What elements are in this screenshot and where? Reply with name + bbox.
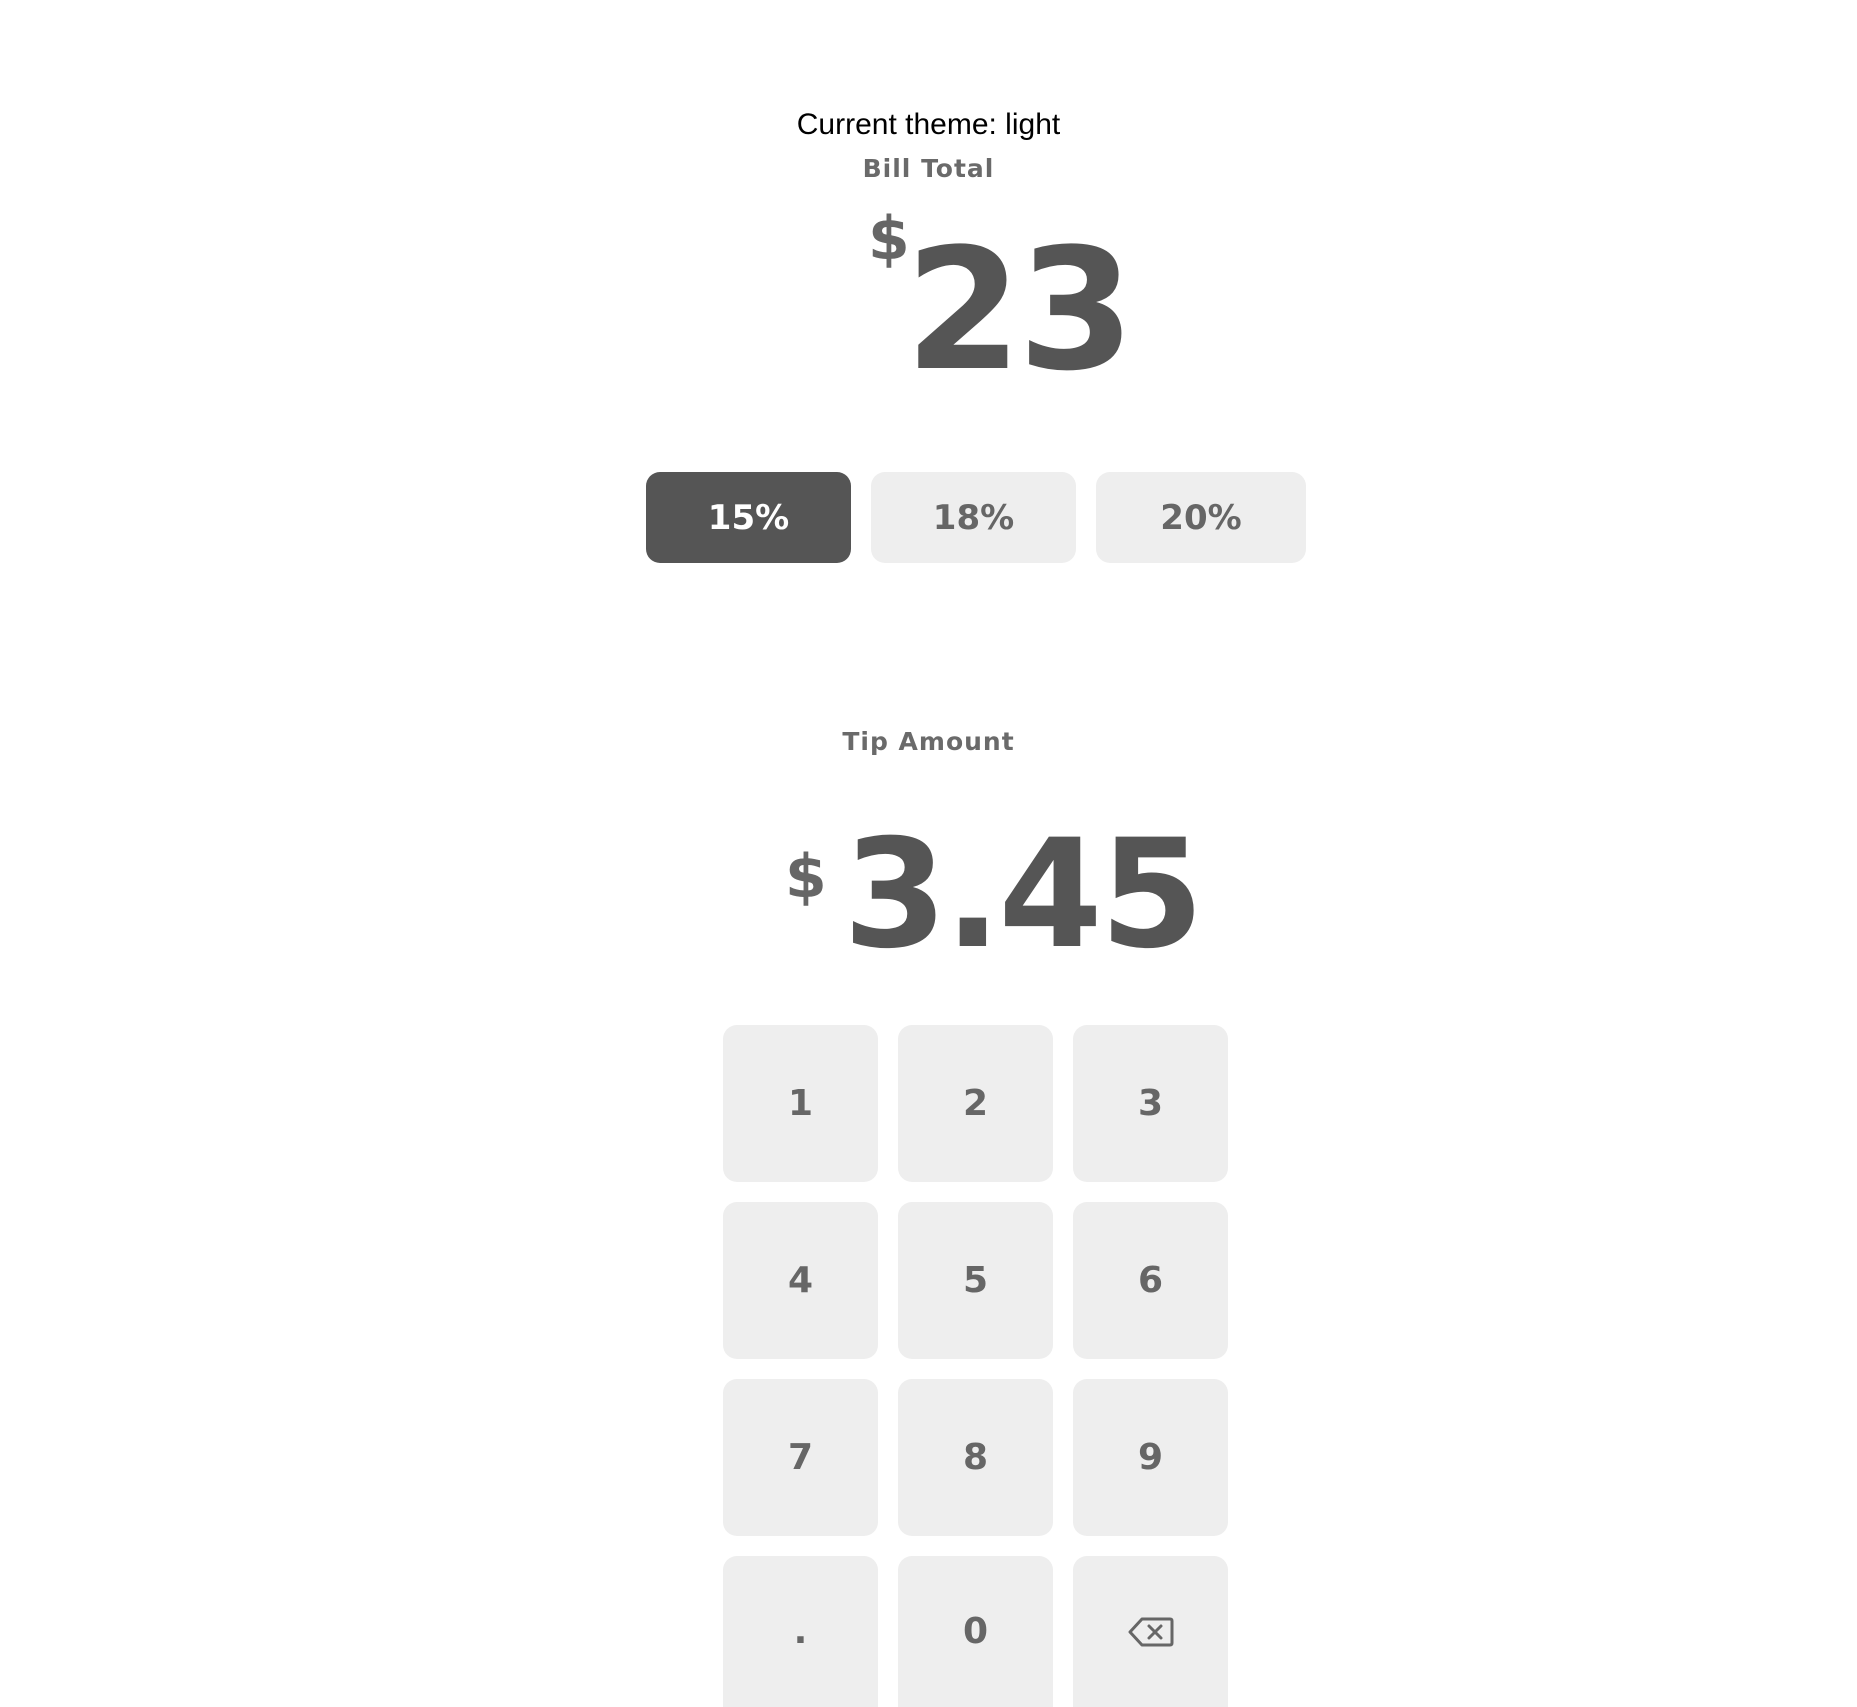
key-6[interactable]: 6 — [1073, 1202, 1228, 1359]
key-4[interactable]: 4 — [723, 1202, 878, 1359]
backspace-button[interactable] — [1073, 1556, 1228, 1707]
tip-15-button[interactable]: 15% — [646, 472, 851, 563]
numeric-keypad: 1 2 3 4 5 6 7 8 9 . 0 — [723, 1025, 1228, 1707]
bill-value: 23 — [905, 212, 1135, 408]
tip-amount-display: $ 3.45 — [0, 820, 1857, 970]
tip-value: 3.45 — [843, 808, 1204, 982]
tip-percentage-selector: 15% 18% 20% — [646, 472, 1306, 563]
key-5[interactable]: 5 — [898, 1202, 1053, 1359]
key-2[interactable]: 2 — [898, 1025, 1053, 1182]
tip-currency-symbol: $ — [785, 842, 827, 912]
tip-20-button[interactable]: 20% — [1096, 472, 1306, 563]
backspace-icon — [1128, 1617, 1174, 1647]
key-0[interactable]: 0 — [898, 1556, 1053, 1707]
key-7[interactable]: 7 — [723, 1379, 878, 1536]
bill-amount-display: $ 23 — [0, 198, 1857, 398]
bill-currency-symbol: $ — [868, 204, 910, 274]
key-8[interactable]: 8 — [898, 1379, 1053, 1536]
tip-amount-label: Tip Amount — [842, 727, 1015, 756]
key-decimal[interactable]: . — [723, 1556, 878, 1707]
bill-total-label: Bill Total — [862, 154, 995, 183]
key-3[interactable]: 3 — [1073, 1025, 1228, 1182]
tip-18-button[interactable]: 18% — [871, 472, 1076, 563]
key-9[interactable]: 9 — [1073, 1379, 1228, 1536]
key-1[interactable]: 1 — [723, 1025, 878, 1182]
current-theme-text: Current theme: light — [796, 108, 1061, 141]
